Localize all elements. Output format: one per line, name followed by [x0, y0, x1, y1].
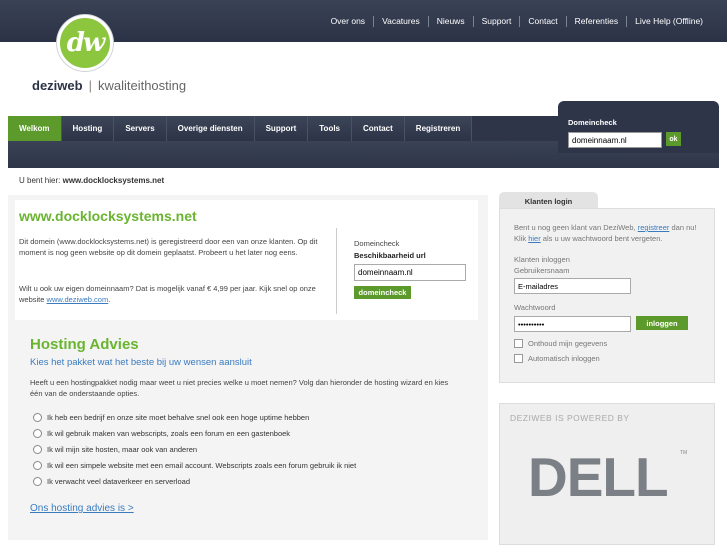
hosting-option[interactable]: Ik wil mijn site hosten, maar ook van an…: [33, 445, 197, 454]
username-input[interactable]: [514, 278, 631, 294]
header-domeincheck-label: Domeincheck: [568, 118, 617, 127]
top-nav-contact[interactable]: Contact: [519, 16, 565, 27]
breadcrumb-current: www.docklocksystems.net: [62, 176, 165, 185]
password-input[interactable]: [514, 316, 631, 332]
hosting-advies-link[interactable]: Ons hosting advies is >: [30, 503, 134, 514]
dell-trademark: TM: [680, 450, 688, 456]
password-label: Wachtwoord: [514, 303, 556, 312]
login-intro-a: Bent u nog geen klant van DeziWeb,: [514, 223, 636, 232]
login-intro: Bent u nog geen klant van DeziWeb, regis…: [514, 222, 710, 244]
hosting-option-label: Ik wil een simpele website met een email…: [47, 461, 357, 470]
hosting-advies-title: Hosting Advies: [30, 336, 139, 353]
deziweb-link[interactable]: www.deziweb.com: [47, 295, 109, 304]
nav-overige-diensten[interactable]: Overige diensten: [166, 116, 255, 141]
logo-mark-text: dw: [66, 28, 106, 58]
logo-tagline: kwaliteithosting: [97, 78, 187, 93]
header-domeincheck: Domeincheck ok: [558, 101, 719, 153]
divider: [336, 228, 337, 314]
auto-login-checkbox[interactable]: Automatisch inloggen: [514, 354, 600, 363]
nav-servers[interactable]: Servers: [114, 116, 167, 141]
nav-welkom[interactable]: Welkom: [8, 116, 62, 141]
hosting-option-label: Ik verwacht veel dataverkeer en serverlo…: [47, 477, 190, 486]
dell-logo[interactable]: DELL: [528, 445, 669, 509]
breadcrumb: U bent hier: www.docklocksystems.net: [19, 176, 164, 185]
mini-domeincheck-label: Domeincheck: [354, 239, 400, 248]
hosting-option[interactable]: Ik heb een bedrijf en onze site moet beh…: [33, 413, 309, 422]
checkbox[interactable]: [514, 339, 523, 348]
nav-registreren[interactable]: Registreren: [404, 116, 473, 141]
top-nav: Over ons Vacatures Nieuws Support Contac…: [323, 16, 711, 27]
login-section-label: Klanten inloggen: [514, 255, 570, 264]
radio-button[interactable]: [33, 445, 42, 454]
nav-hosting[interactable]: Hosting: [61, 116, 115, 141]
hosting-option[interactable]: Ik wil een simpele website met een email…: [33, 461, 356, 470]
login-intro-c: als u uw wachtwoord bent vergeten.: [542, 234, 663, 243]
nav-contact[interactable]: Contact: [352, 116, 405, 141]
remember-checkbox[interactable]: Onthoud mijn gegevens: [514, 339, 607, 348]
auto-login-label: Automatisch inloggen: [528, 354, 600, 363]
header-domain-input[interactable]: [568, 132, 662, 148]
top-nav-vacatures[interactable]: Vacatures: [373, 16, 428, 27]
powered-by-label: DEZIWEB IS POWERED BY: [510, 413, 630, 423]
logo-separator: |: [88, 78, 92, 93]
mini-domeincheck-sub: Beschikbaarheid url: [354, 251, 426, 260]
top-nav-over-ons[interactable]: Over ons: [323, 16, 374, 27]
register-link[interactable]: registreer: [638, 223, 670, 232]
radio-button[interactable]: [33, 413, 42, 422]
logo-mark[interactable]: dw: [57, 15, 113, 71]
logo-brand: deziweb: [32, 78, 83, 93]
radio-button[interactable]: [33, 477, 42, 486]
nav-support[interactable]: Support: [254, 116, 309, 141]
forgot-password-link[interactable]: hier: [528, 234, 541, 243]
top-nav-referenties[interactable]: Referenties: [565, 16, 626, 27]
hosting-option-label: Ik wil gebruik maken van webscripts, zoa…: [47, 429, 291, 438]
nav-tools[interactable]: Tools: [308, 116, 353, 141]
radio-button[interactable]: [33, 461, 42, 470]
top-nav-nieuws[interactable]: Nieuws: [427, 16, 473, 27]
hosting-advies-subtitle: Kies het pakket wat het beste bij uw wen…: [30, 357, 252, 368]
hosting-option-label: Ik wil mijn site hosten, maar ook van an…: [47, 445, 198, 454]
domain-info-text: Dit domein (www.docklocksystems.net) is …: [19, 237, 318, 257]
page-title: www.docklocksystems.net: [19, 208, 197, 224]
hosting-option[interactable]: Ik verwacht veel dataverkeer en serverlo…: [33, 477, 190, 486]
domeincheck-button[interactable]: domeincheck: [354, 286, 411, 299]
remember-label: Onthoud mijn gegevens: [528, 339, 608, 348]
top-nav-support[interactable]: Support: [472, 16, 520, 27]
radio-button[interactable]: [33, 429, 42, 438]
hosting-option-label: Ik heb een bedrijf en onze site moet beh…: [47, 413, 310, 422]
domain-offer-text: Wilt u ook uw eigen domeinnaam? Dat is m…: [19, 283, 319, 305]
main-nav: Welkom Hosting Servers Overige diensten …: [8, 116, 473, 141]
checkbox[interactable]: [514, 354, 523, 363]
breadcrumb-prefix: U bent hier:: [19, 176, 61, 185]
hosting-option[interactable]: Ik wil gebruik maken van webscripts, zoa…: [33, 429, 290, 438]
hosting-advies-intro: Heeft u een hostingpakket nodig maar wee…: [30, 378, 449, 398]
mini-domain-input[interactable]: [354, 264, 466, 281]
domain-offer-end: .: [108, 295, 111, 304]
header-ok-button[interactable]: ok: [666, 132, 681, 146]
username-label: Gebruikersnaam: [514, 266, 570, 275]
login-button[interactable]: inloggen: [636, 316, 688, 330]
top-nav-live-help[interactable]: Live Help (Offline): [626, 16, 711, 27]
logo-wordmark[interactable]: deziweb | kwaliteithosting: [32, 78, 186, 93]
